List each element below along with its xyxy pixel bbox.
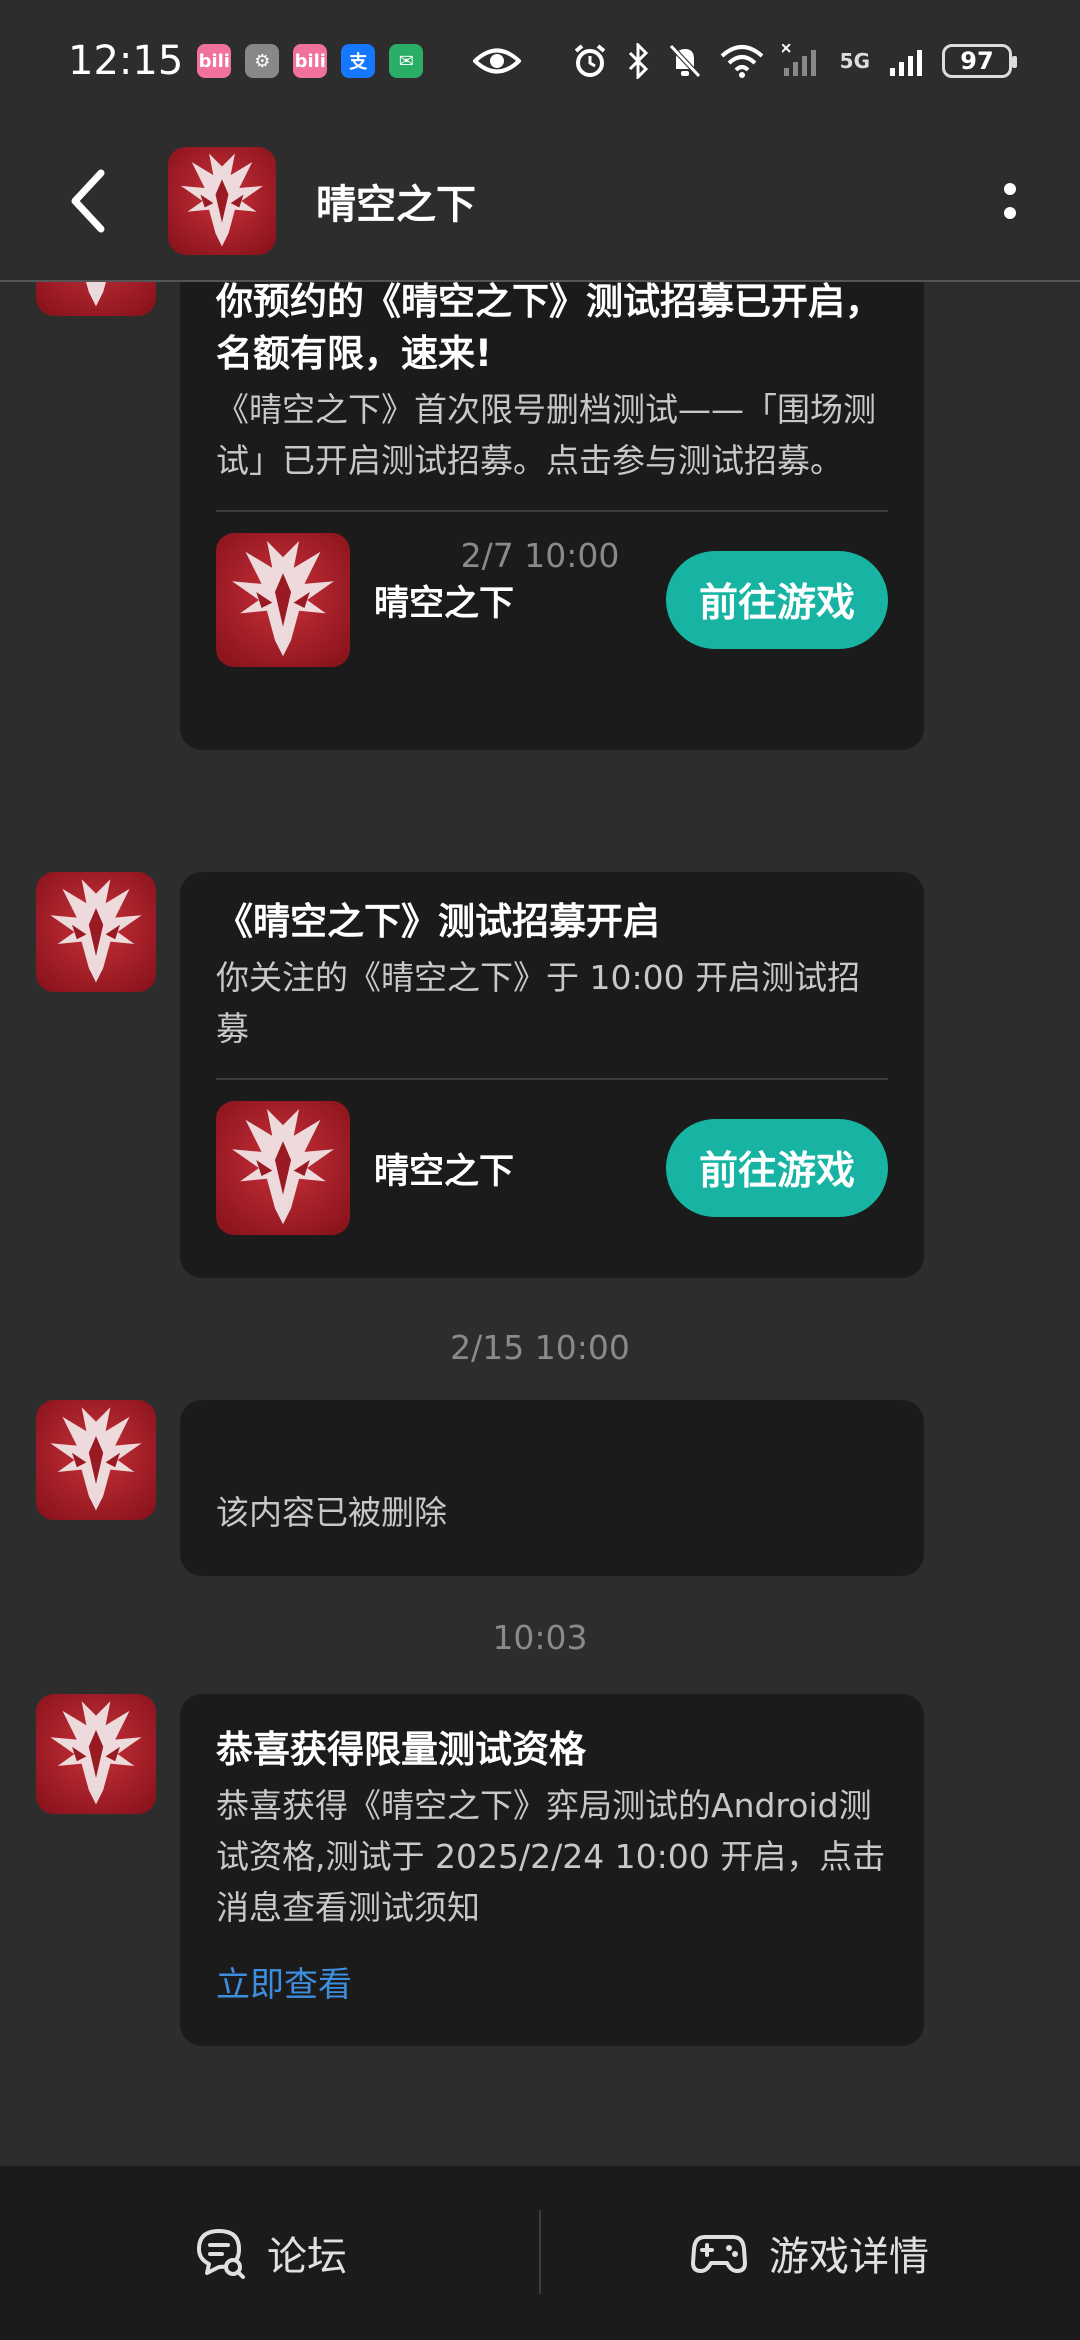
tab-label: 游戏详情 [769, 2234, 929, 2280]
game-name: 晴空之下 [374, 583, 515, 624]
message-avatar[interactable] [36, 1400, 156, 1520]
wechat-icon: ✉ [389, 44, 424, 78]
message-card[interactable]: 你预约的《晴空之下》测试招募已开启，名额有限，速来! 《晴空之下》首次限号删档测… [180, 282, 924, 750]
view-now-link[interactable]: 立即查看 [216, 1957, 352, 2006]
game-name: 晴空之下 [374, 1151, 515, 1192]
wifi-icon [720, 45, 763, 78]
game-logo-avatar[interactable] [168, 147, 276, 255]
signal-icon [890, 50, 922, 76]
message-avatar[interactable] [36, 872, 156, 992]
message-list[interactable]: 你预约的《晴空之下》测试招募已开启，名额有限，速来! 《晴空之下》首次限号删档测… [0, 282, 1080, 2166]
gamepad-icon [691, 2235, 747, 2273]
page-title: 晴空之下 [316, 182, 476, 228]
alarm-icon [574, 44, 605, 77]
status-time: 12:15 [68, 38, 184, 84]
forum-icon [197, 2229, 245, 2279]
back-button[interactable] [42, 156, 132, 246]
tab-game-details[interactable]: 游戏详情 [540, 2166, 1080, 2340]
tab-label: 论坛 [267, 2234, 347, 2280]
battery-icon: 97 [942, 44, 1017, 78]
network-type-label: 5G [839, 49, 870, 73]
message-body: 《晴空之下》首次限号删档测试——「围场测试」已开启测试招募。点击参与测试招募。 [216, 390, 876, 480]
status-bar: 12:15 bili ⚙ bili 支 ✉ 5G 97 [0, 0, 1080, 122]
deleted-message-text: 该内容已被删除 [216, 1493, 447, 1532]
mute-icon [668, 44, 701, 78]
message-body: 恭喜获得《晴空之下》弈局测试的Android测试资格,测试于 2025/2/24… [216, 1786, 886, 1927]
tab-forum[interactable]: 论坛 [0, 2166, 540, 2340]
top-app-bar: 晴空之下 [0, 122, 1080, 282]
go-to-game-button[interactable]: 前往游戏 [666, 1119, 888, 1217]
game-icon [216, 1101, 350, 1235]
message-title: 你预约的《晴空之下》测试招募已开启，名额有限，速来! [216, 282, 882, 375]
tab-divider [539, 2210, 541, 2294]
bluetooth-icon [628, 43, 648, 79]
more-options-button[interactable] [980, 156, 1040, 246]
status-notification-icons: bili ⚙ bili 支 ✉ [197, 44, 522, 78]
settings-app-icon: ⚙ [245, 44, 280, 78]
message-card[interactable]: 该内容已被删除 [180, 1400, 924, 1576]
message-body: 你关注的《晴空之下》于 10:00 开启测试招募 [216, 958, 861, 1048]
alipay-icon: 支 [341, 44, 376, 78]
eye-icon [473, 48, 522, 74]
more-dot-icon [1004, 183, 1016, 195]
message-timestamp: 2/15 10:00 [450, 1328, 630, 1367]
message-title: 《晴空之下》测试招募开启 [216, 900, 660, 943]
message-timestamp: 10:03 [492, 1618, 588, 1657]
message-card[interactable]: 《晴空之下》测试招募开启 你关注的《晴空之下》于 10:00 开启测试招募 晴空… [180, 872, 924, 1278]
status-system-icons: 5G 97 [572, 43, 1017, 79]
message-avatar[interactable] [36, 282, 156, 316]
signal-weak-icon [781, 44, 816, 76]
message-title: 恭喜获得限量测试资格 [216, 1728, 586, 1771]
message-avatar[interactable] [36, 1694, 156, 1814]
message-card[interactable]: 恭喜获得限量测试资格 恭喜获得《晴空之下》弈局测试的Android测试资格,测试… [180, 1694, 924, 2046]
bilibili-icon: bili [293, 44, 328, 78]
bilibili-icon: bili [197, 44, 232, 78]
more-dot-icon [1004, 207, 1016, 219]
battery-level: 97 [960, 47, 994, 75]
chevron-left-icon [71, 169, 105, 233]
bottom-bar: 论坛 游戏详情 [0, 2166, 1080, 2340]
message-timestamp: 2/7 10:00 [460, 536, 620, 575]
game-row[interactable]: 晴空之下 前往游戏 [216, 1080, 888, 1256]
